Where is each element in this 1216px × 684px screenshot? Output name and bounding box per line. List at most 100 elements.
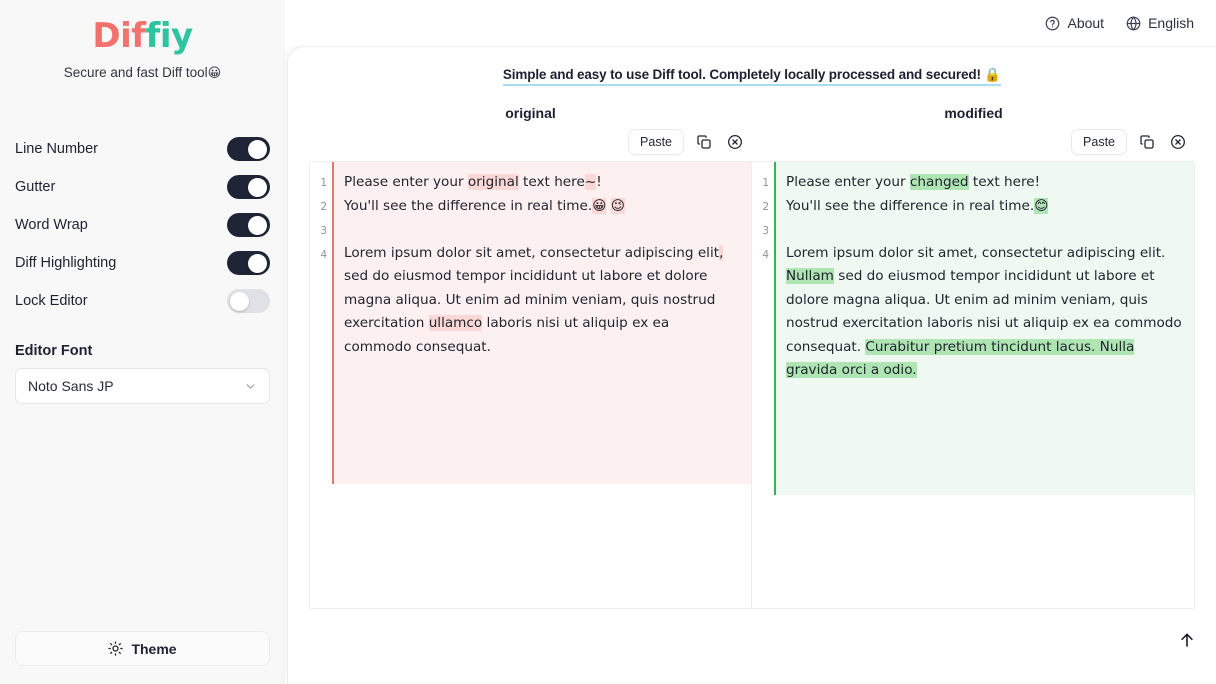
editor-font-select[interactable]: Noto Sans JP <box>15 368 270 404</box>
toggle-lock-editor[interactable] <box>227 289 270 313</box>
toggle-knob <box>248 215 267 235</box>
code-text: ! <box>596 174 602 190</box>
setting-label-lock-editor: Lock Editor <box>15 293 88 309</box>
toggle-knob <box>229 291 249 311</box>
settings-list: Line Number Gutter Word Wrap Diff Highli… <box>0 130 285 320</box>
code-text: You'll see the difference in real time. <box>786 197 1035 214</box>
copy-icon[interactable] <box>693 131 715 153</box>
code-text: Please enter your <box>344 174 468 190</box>
clear-circle-x-icon[interactable] <box>724 131 746 153</box>
setting-label-word-wrap: Word Wrap <box>15 217 88 233</box>
about-label: About <box>1067 15 1105 31</box>
code-text: Lorem ipsum dolor sit amet, consectetur … <box>344 244 720 261</box>
toggle-knob <box>248 177 267 197</box>
copy-icon[interactable] <box>1136 131 1158 153</box>
code-line: Please enter your changed text here! <box>786 171 1184 195</box>
deleted-text: original <box>467 174 519 190</box>
setting-row-gutter: Gutter <box>15 168 270 206</box>
line-number: 4 <box>762 249 769 261</box>
toggle-knob <box>248 253 267 273</box>
top-navigation: About English <box>285 0 1216 46</box>
logo-text-part-a: Dif <box>92 16 146 56</box>
language-label: English <box>1148 15 1194 31</box>
code-line: Lorem ipsum dolor sit amet, consectetur … <box>344 242 741 360</box>
chevron-down-icon <box>244 380 257 393</box>
pane-titles: original modified <box>288 105 1216 121</box>
editor-pane-modified[interactable]: 1 2 3 4 Please enter your changed text here… <box>752 162 1194 608</box>
arrow-up-icon <box>1178 631 1196 649</box>
toolbar-modified: Paste <box>752 127 1195 157</box>
line-number: 1 <box>762 177 769 189</box>
code-text: You'll see the difference in real time. <box>344 197 593 214</box>
setting-row-word-wrap: Word Wrap <box>15 206 270 244</box>
app-tagline: Secure and fast Diff tool😀 <box>0 64 285 83</box>
pane-body-original: Please enter your original text here~! Yo… <box>332 162 751 608</box>
question-circle-icon <box>1045 16 1060 31</box>
logo-text-part-b: fiy <box>145 16 194 56</box>
toggle-diff-highlighting[interactable] <box>227 251 270 275</box>
code-area-modified[interactable]: Please enter your changed text here! You'… <box>774 162 1194 496</box>
code-line: You'll see the difference in real time.😀… <box>344 195 741 219</box>
line-number: 4 <box>320 249 327 261</box>
deleted-text: ~ <box>584 174 597 190</box>
line-number: 2 <box>762 201 769 213</box>
inserted-text: changed <box>909 174 969 190</box>
deleted-text: 😉 <box>610 197 625 214</box>
code-line: You'll see the difference in real time.😊 <box>786 195 1184 219</box>
deleted-text: 😀 <box>592 197 607 214</box>
clear-circle-x-icon[interactable] <box>1167 131 1189 153</box>
headline-wrap: Simple and easy to use Diff tool. Comple… <box>288 47 1216 86</box>
diffiy-app: Diffiy Secure and fast Diff tool😀 Line N… <box>0 0 1216 684</box>
code-text: text here! <box>968 174 1041 190</box>
line-number: 1 <box>320 177 327 189</box>
pane-body-modified: Please enter your changed text here! You'… <box>774 162 1194 608</box>
line-number: 3 <box>320 225 327 237</box>
main-panel: Simple and easy to use Diff tool. Comple… <box>287 46 1216 684</box>
theme-button[interactable]: Theme <box>15 631 270 666</box>
code-text: Lorem ipsum dolor sit amet, consectetur … <box>786 244 1166 261</box>
toggle-line-number[interactable] <box>227 137 270 161</box>
sidebar: Diffiy Secure and fast Diff tool😀 Line N… <box>0 0 285 684</box>
gutter-original: 1 2 3 4 <box>310 162 332 608</box>
setting-label-diff-highlighting: Diff Highlighting <box>15 255 117 271</box>
setting-row-diff-highlighting: Diff Highlighting <box>15 244 270 282</box>
grinning-face-emoji: 😀 <box>207 66 222 81</box>
about-link[interactable]: About <box>1045 15 1104 31</box>
toolbar-original: Paste <box>309 127 752 157</box>
code-area-original[interactable]: Please enter your original text here~! Yo… <box>332 162 751 484</box>
sun-icon <box>108 641 124 656</box>
code-text: text here <box>518 174 585 190</box>
headline-banner[interactable]: Simple and easy to use Diff tool. Comple… <box>502 67 1001 86</box>
inserted-text: Nullam <box>786 268 834 284</box>
setting-row-line-number: Line Number <box>15 130 270 168</box>
line-number: 2 <box>320 201 327 213</box>
code-text: Please enter your <box>786 174 910 190</box>
theme-button-label: Theme <box>131 640 177 657</box>
tagline-text: Secure and fast Diff tool <box>63 65 208 80</box>
setting-label-line-number: Line Number <box>15 141 99 157</box>
pane-title-original: original <box>505 105 556 121</box>
pane-empty-area-modified[interactable] <box>774 495 1194 608</box>
editor-font-label: Editor Font <box>15 343 93 359</box>
toggle-knob <box>248 139 267 159</box>
inserted-text: 😊 <box>1034 197 1049 214</box>
scroll-to-top-button[interactable] <box>1175 628 1199 652</box>
globe-icon <box>1126 16 1141 31</box>
language-selector[interactable]: English <box>1126 15 1194 31</box>
paste-button-modified[interactable]: Paste <box>1071 129 1127 155</box>
setting-label-gutter: Gutter <box>15 179 56 195</box>
toggle-gutter[interactable] <box>227 175 270 199</box>
paste-button-original[interactable]: Paste <box>628 129 684 155</box>
line-number: 3 <box>762 225 769 237</box>
editor-pane-original[interactable]: 1 2 3 4 Please enter your original text her… <box>310 162 752 608</box>
pane-title-modified: modified <box>944 105 1003 121</box>
pane-empty-area-original[interactable] <box>332 483 751 608</box>
toggle-word-wrap[interactable] <box>227 213 270 237</box>
editor-font-value: Noto Sans JP <box>28 378 114 394</box>
editor-font-setting: Editor Font Noto Sans JP <box>0 343 285 404</box>
setting-row-lock-editor: Lock Editor <box>15 282 270 320</box>
deleted-text: , <box>719 244 724 261</box>
